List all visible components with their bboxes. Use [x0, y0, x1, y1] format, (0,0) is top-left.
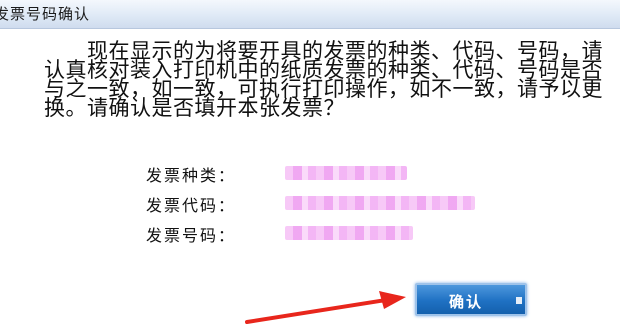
red-arrow-annotation	[245, 291, 406, 324]
invoice-number-confirm-dialog: 发票号码确认 现在显示的为将要开具的发票的种类、代码、号码，请认真核对装入打印机…	[0, 0, 620, 333]
arrow-shaft	[245, 298, 388, 324]
arrow-head	[379, 291, 406, 309]
